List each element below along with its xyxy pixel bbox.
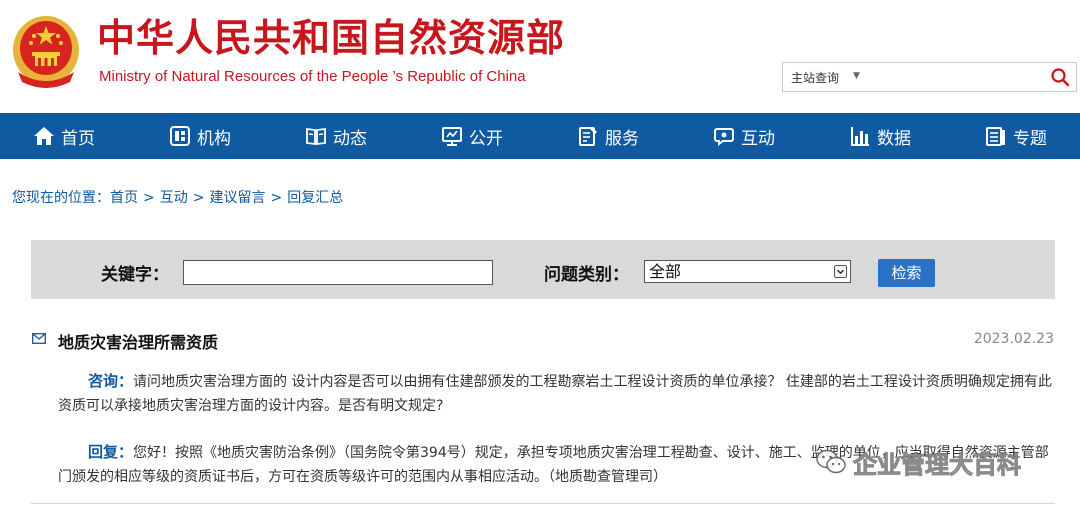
nav-item-label: 动态 xyxy=(333,128,367,149)
news-icon xyxy=(306,127,326,146)
nav-item-service[interactable]: 服务 xyxy=(577,113,639,159)
nav-item-label: 机构 xyxy=(197,128,231,149)
breadcrumb-separator: > xyxy=(270,190,283,206)
keyword-label: 关键字： xyxy=(101,265,169,285)
breadcrumb-item-suggestion[interactable]: 建议留言 xyxy=(209,190,265,206)
site-search-box[interactable]: 主站查询 ▼ xyxy=(782,62,1077,92)
entry-divider xyxy=(31,503,1055,504)
breadcrumb-separator: > xyxy=(143,190,155,206)
nav-item-label: 数据 xyxy=(877,128,911,149)
watermark-text: 企业管理大百科 xyxy=(853,450,1022,479)
breadcrumb-separator: > xyxy=(192,190,205,206)
service-icon xyxy=(579,127,597,146)
home-icon xyxy=(34,127,54,145)
breadcrumb: 您现在的位置：首页 > 互动 > 建议留言 > 回复汇总 xyxy=(12,187,343,207)
nav-item-label: 公开 xyxy=(469,128,503,149)
entry-title[interactable]: 地质灾害治理所需资质 xyxy=(58,329,218,353)
reply-label: 回复： xyxy=(88,443,134,461)
chevron-down-icon xyxy=(834,265,847,278)
public-icon xyxy=(442,127,462,146)
site-subtitle: Ministry of Natural Resources of the Peo… xyxy=(99,68,526,85)
topic-icon xyxy=(986,127,1005,146)
nav-item-org[interactable]: 机构 xyxy=(169,113,231,159)
breadcrumb-prefix: 您现在的位置： xyxy=(12,190,110,206)
question-block: 咨询：请问地质灾害治理方面的 设计内容是否可以由拥有住建部颁发的工程勘察岩土工程… xyxy=(58,369,1058,418)
mail-icon xyxy=(32,333,46,344)
nav-item-interact[interactable]: 互动 xyxy=(713,113,775,159)
search-icon[interactable] xyxy=(1050,67,1070,87)
nav-item-home[interactable]: 首页 xyxy=(33,113,95,159)
nav-item-label: 互动 xyxy=(741,128,775,149)
search-filter-bar: 关键字： 问题类别： 全部 检索 xyxy=(31,240,1055,299)
question-type-selected: 全部 xyxy=(649,262,682,281)
nav-item-label: 首页 xyxy=(61,128,95,149)
breadcrumb-item-interact[interactable]: 互动 xyxy=(160,190,188,206)
nav-item-data[interactable]: 数据 xyxy=(849,113,911,159)
chart-icon xyxy=(851,127,869,146)
page: 中华人民共和国自然资源部 Ministry of Natural Resourc… xyxy=(0,0,1080,508)
nav-item-public[interactable]: 公开 xyxy=(441,113,503,159)
national-emblem-icon xyxy=(13,16,79,88)
entry-date: 2023.02.23 xyxy=(973,331,1054,347)
nav-item-label: 专题 xyxy=(1013,128,1047,149)
nav-item-label: 服务 xyxy=(605,128,639,149)
breadcrumb-item-home[interactable]: 首页 xyxy=(110,190,138,206)
breadcrumb-item-reply-summary[interactable]: 回复汇总 xyxy=(287,190,343,206)
keyword-input[interactable] xyxy=(183,260,493,285)
question-type-select[interactable]: 全部 xyxy=(644,260,851,283)
question-label: 咨询： xyxy=(88,372,134,390)
search-button[interactable]: 检索 xyxy=(878,259,935,287)
site-header: 中华人民共和国自然资源部 Ministry of Natural Resourc… xyxy=(0,0,1080,113)
caret-down-icon: ▼ xyxy=(853,71,860,81)
question-text: 请问地质灾害治理方面的 设计内容是否可以由拥有住建部颁发的工程勘察岩土工程设计资… xyxy=(58,374,1052,414)
site-title: 中华人民共和国自然资源部 xyxy=(97,16,566,60)
search-scope-select[interactable]: 主站查询 xyxy=(791,69,839,86)
chat-icon xyxy=(714,128,734,146)
nav-item-news[interactable]: 动态 xyxy=(305,113,367,159)
org-icon xyxy=(170,126,190,146)
wechat-icon xyxy=(816,449,846,474)
main-nav: 首页 机构 动态 公开 服务 互动 数据 专题 xyxy=(0,113,1080,159)
question-type-label: 问题类别： xyxy=(544,265,629,285)
nav-item-topic[interactable]: 专题 xyxy=(985,113,1047,159)
watermark: 企业管理大百科 xyxy=(815,446,1055,479)
